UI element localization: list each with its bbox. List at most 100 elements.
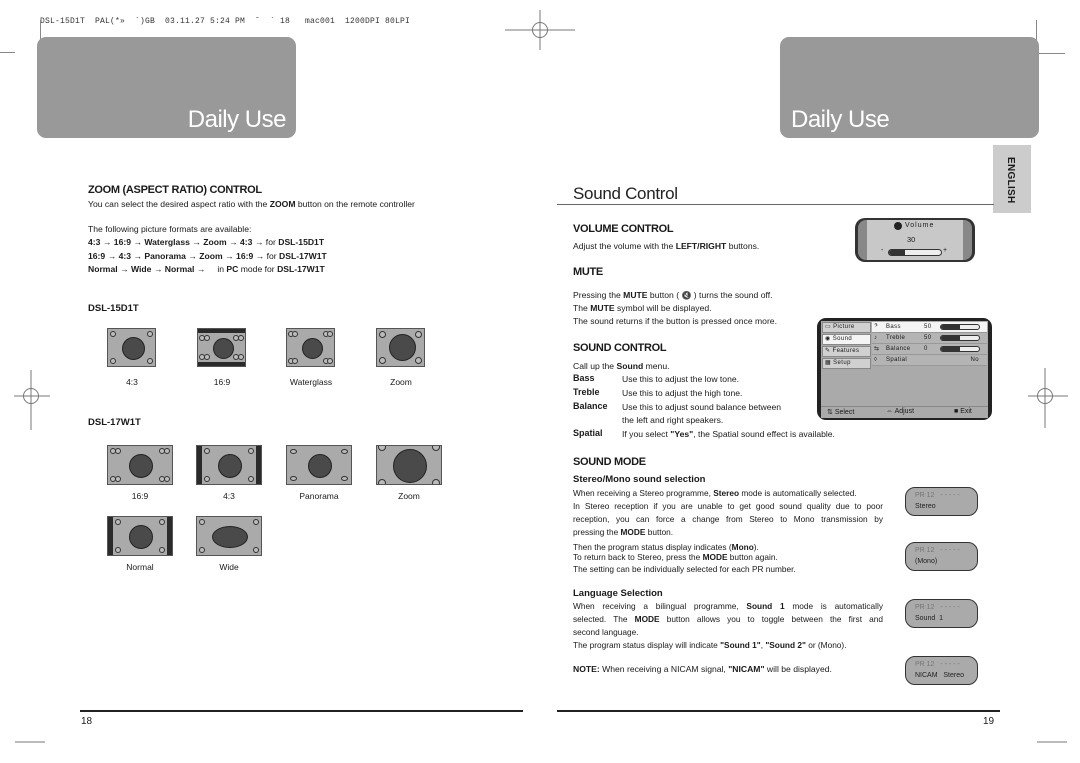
- term-desc: Use this to adjust the high tone.: [622, 388, 743, 398]
- mute-heading: MUTE: [573, 266, 603, 278]
- mute-text: Pressing the MUTE button ( 🔇 ) turns the…: [573, 290, 777, 326]
- volume-value: 30: [907, 235, 916, 244]
- aspect-caption: Wide: [219, 562, 239, 572]
- chapter-banner-left: Daily Use: [37, 37, 296, 138]
- status-display-stereo: PR 12 - - - - - Stereo: [905, 487, 978, 516]
- aspect-thumb-16-9: [197, 328, 246, 367]
- setting-slider-fill: [941, 336, 960, 340]
- format-sequence: Normal → Wide → Normal → in PC mode for …: [88, 264, 325, 274]
- term-desc: If you select "Yes", the Spatial sound e…: [622, 429, 835, 439]
- features-icon: ✎: [825, 348, 833, 354]
- section-title: Sound Control: [573, 184, 678, 203]
- setting-slider[interactable]: [940, 335, 980, 341]
- aspect-thumb-panorama: [286, 445, 352, 485]
- osd-setting-bass[interactable]: 𝄢 Bass 50: [872, 322, 987, 333]
- volume-text: Adjust the volume with the LEFT/RIGHT bu…: [573, 241, 760, 251]
- osd-tab-setup[interactable]: ▦ Setup: [822, 358, 871, 369]
- volume-osd: Volume 30 - +: [855, 218, 975, 262]
- aspect-thumb-wide: [196, 516, 262, 556]
- setting-slider-fill: [941, 347, 960, 351]
- model-heading: DSL-15D1T: [88, 303, 139, 314]
- setting-slider-fill: [941, 325, 960, 329]
- zoom-intro: You can select the desired aspect ratio …: [88, 199, 415, 209]
- format-sequence: 4:3 → 16:9 → Waterglass → Zoom → 4:3 → f…: [88, 237, 325, 247]
- status-display-sound1: PR 12 - - - - - Sound 1: [905, 599, 978, 628]
- adjust-hint: ⇔ Adjust: [886, 408, 915, 415]
- model-heading: DSL-17W1T: [88, 417, 141, 428]
- aspect-caption: Normal: [126, 562, 154, 572]
- volume-label: Volume: [905, 222, 935, 229]
- nicam-note: NOTE: When receiving a NICAM signal, "NI…: [573, 664, 832, 674]
- registration-mark-right: [1028, 368, 1068, 428]
- aspect-caption: Waterglass: [289, 377, 333, 387]
- registration-mark-top: [505, 10, 575, 50]
- bass-icon: 𝄢: [874, 324, 879, 330]
- print-slug: DSL-15D1T PAL(*» ´)GB 03.11.27 5:24 PM ˘…: [40, 17, 411, 26]
- aspect-caption: Zoom: [398, 491, 420, 501]
- sound-control-intro: Call up the Sound menu.: [573, 361, 670, 371]
- aspect-thumb-zoom: [376, 445, 442, 485]
- volume-control-heading: VOLUME CONTROL: [573, 223, 674, 235]
- aspect-thumb-waterglass: [286, 328, 335, 367]
- aspect-thumb-4-3: [196, 445, 262, 485]
- term-bass: Bass: [573, 373, 595, 383]
- page-number: 19: [983, 716, 995, 727]
- setting-slider[interactable]: [940, 346, 980, 352]
- mute-icon: 🔇: [681, 291, 692, 300]
- stereo-mono-text: When receiving a Stereo programme, Stere…: [573, 488, 883, 574]
- aspect-thumb-4-3: [107, 328, 156, 367]
- term-desc: Use this to adjust the low tone.: [622, 374, 740, 384]
- section-rule: [557, 204, 994, 205]
- term-treble: Treble: [573, 387, 600, 397]
- osd-setting-balance[interactable]: ⇆ Balance 0: [872, 344, 987, 355]
- exit-hint: ■ Exit: [954, 408, 972, 415]
- term-desc: the left and right speakers.: [622, 415, 724, 425]
- osd-tab-sound[interactable]: ◉ Sound: [822, 334, 871, 345]
- footer-rule: [80, 710, 523, 712]
- sound-control-heading: SOUND CONTROL: [573, 342, 667, 354]
- chapter-banner-right: Daily Use: [780, 37, 1039, 138]
- volume-bar-fill: [889, 250, 905, 255]
- sound-mode-heading: SOUND MODE: [573, 456, 646, 468]
- format-sequence-list: 4:3 → 16:9 → Waterglass → Zoom → 4:3 → f…: [88, 236, 327, 277]
- zoom-control-heading: ZOOM (ASPECT RATIO) CONTROL: [88, 184, 262, 196]
- term-spatial: Spatial: [573, 428, 603, 438]
- spatial-icon: ◊: [874, 357, 878, 363]
- setting-slider[interactable]: [940, 324, 980, 330]
- setting-value: No: [970, 357, 979, 363]
- chapter-title: Daily Use: [791, 106, 890, 133]
- setting-value: 50: [924, 335, 932, 341]
- page-number: 18: [81, 716, 93, 727]
- osd-footer: ⇅ Select ⇔ Adjust ■ Exit: [821, 406, 988, 418]
- language-tab: ENGLISH: [993, 145, 1031, 213]
- stereo-mono-subheading: Stereo/Mono sound selection: [573, 474, 706, 485]
- aspect-caption: Panorama: [299, 491, 339, 501]
- registration-mark-left: [14, 370, 50, 430]
- balance-icon: ⇆: [874, 346, 880, 352]
- aspect-caption: 4:3: [223, 491, 235, 501]
- aspect-caption: 4:3: [126, 377, 138, 387]
- sound-icon: ◉: [825, 336, 833, 342]
- osd-tab-picture[interactable]: ▭ Picture: [822, 322, 871, 333]
- aspect-caption: 16:9: [213, 377, 231, 387]
- chapter-title: Daily Use: [187, 106, 287, 133]
- footer-rule: [557, 710, 1000, 712]
- aspect-caption: Zoom: [390, 377, 412, 387]
- setting-value: 0: [924, 346, 928, 352]
- osd-tab-features[interactable]: ✎ Features: [822, 346, 871, 357]
- status-display-nicam: PR 12 - - - - - NICAM Stereo: [905, 656, 978, 685]
- select-hint: ⇅ Select: [827, 409, 855, 416]
- status-display-mono: PR 12 - - - - - (Mono): [905, 542, 978, 571]
- sound-osd-menu: ▭ Picture ◉ Sound ✎ Features ▦ Setup 𝄢 Bass 5…: [817, 318, 992, 420]
- formats-intro: The following picture formats are availa…: [88, 224, 252, 234]
- aspect-thumb-zoom: [376, 328, 425, 367]
- term-desc: Use this to adjust sound balance between: [622, 402, 782, 412]
- format-sequence: 16:9 → 4:3 → Panorama → Zoom → 16:9 → fo…: [88, 250, 327, 261]
- aspect-thumb-normal: [107, 516, 173, 556]
- osd-setting-spatial[interactable]: ◊ Spatial No: [872, 355, 987, 366]
- treble-icon: ♪: [874, 335, 878, 341]
- language-selection-text: When receiving a bilingual programme, So…: [573, 601, 884, 650]
- aspect-thumb-16-9: [107, 445, 173, 485]
- speaker-icon: [894, 222, 902, 230]
- osd-setting-treble[interactable]: ♪ Treble 50: [872, 333, 987, 344]
